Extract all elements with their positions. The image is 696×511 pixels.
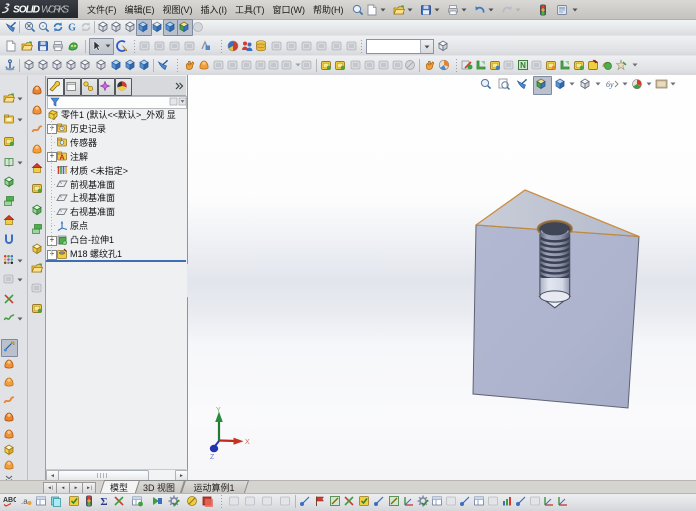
svg-text:-: - [42,24,44,30]
svg-text:ABC: ABC [3,497,16,504]
svg-text:✕: ✕ [26,23,31,30]
svg-text:A: A [59,154,64,161]
svg-text:G: G [68,23,76,34]
svg-text:6y: 6y [606,80,614,89]
svg-text:Σ: Σ [100,496,107,507]
svg-text:SOLID: SOLID [13,5,40,16]
svg-text:WORKS: WORKS [41,5,69,16]
svg-text:N: N [520,61,526,70]
svg-text:.a: .a [21,497,28,506]
